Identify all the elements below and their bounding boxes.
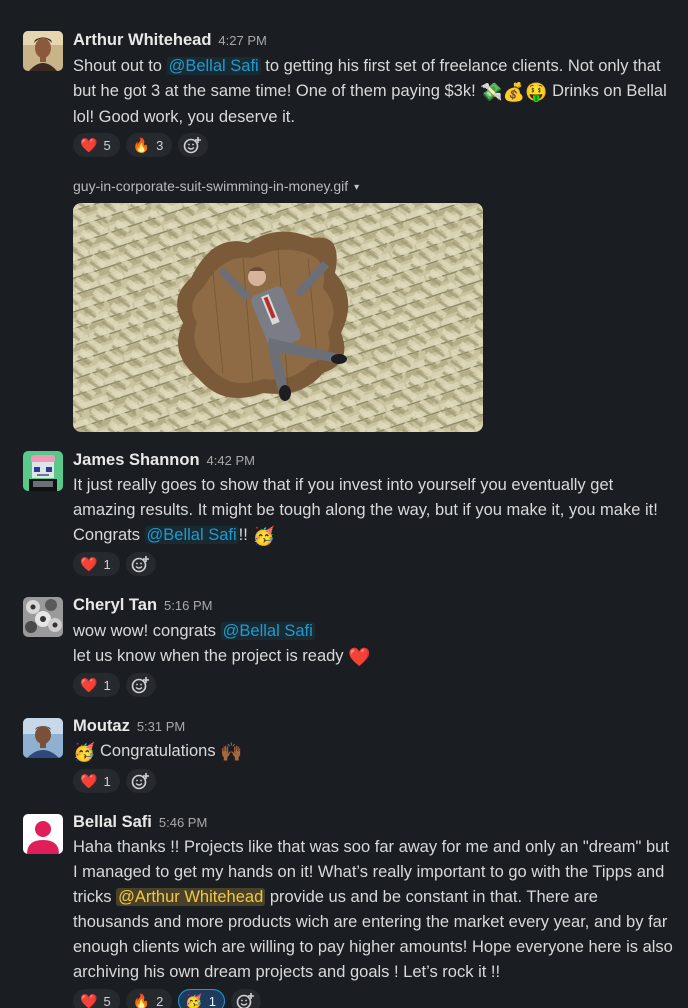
user-mention[interactable]: @Bellal Safi xyxy=(144,526,239,544)
reaction-heart[interactable]: ❤️ 1 xyxy=(73,769,120,793)
message-text: wow wow! congrats @Bellal Safi let us kn… xyxy=(73,619,673,670)
add-reaction-button[interactable] xyxy=(125,552,156,576)
message-text: Shout out to @Bellal Safi to getting his… xyxy=(73,54,673,130)
author-name[interactable]: Arthur Whitehead xyxy=(73,31,211,49)
reaction-bar: ❤️ 1 xyxy=(73,673,156,697)
message-feed: Arthur Whitehead 4:27 PM Shout out to @Be… xyxy=(0,0,688,1008)
add-reaction-button[interactable] xyxy=(125,673,156,697)
reaction-party-face[interactable]: 🥳 1 xyxy=(178,989,226,1008)
reaction-count: 3 xyxy=(156,137,164,153)
timestamp[interactable]: 5:16 PM xyxy=(164,598,212,613)
attachment-header[interactable]: guy-in-corporate-suit-swimming-in-money.… xyxy=(73,178,359,194)
avatar[interactable] xyxy=(23,814,63,854)
add-reaction-icon xyxy=(131,556,149,573)
author-name[interactable]: Cheryl Tan xyxy=(73,596,157,614)
author-name[interactable]: Bellal Safi xyxy=(73,813,152,831)
reaction-bar: ❤️ 5 🔥 3 xyxy=(73,133,209,157)
fire-icon: 🔥 xyxy=(132,992,151,1008)
reaction-bar: ❤️ 1 xyxy=(73,552,156,576)
reaction-count: 5 xyxy=(103,137,111,153)
heart-emoji: ❤️ xyxy=(348,647,371,667)
add-reaction-icon xyxy=(131,677,149,694)
attachment-filename[interactable]: guy-in-corporate-suit-swimming-in-money.… xyxy=(73,178,348,194)
reaction-count: 1 xyxy=(208,993,217,1008)
reaction-fire[interactable]: 🔥 2 xyxy=(125,989,173,1008)
message-text: It just really goes to show that if you … xyxy=(73,473,673,549)
party-face-emoji: 🥳 xyxy=(252,526,275,546)
reaction-count: 1 xyxy=(103,773,111,789)
message-text: Haha thanks !! Projects like that was so… xyxy=(73,835,673,985)
reaction-heart[interactable]: ❤️ 5 xyxy=(73,989,120,1008)
reaction-bar: ❤️ 1 xyxy=(73,769,156,793)
author-name[interactable]: James Shannon xyxy=(73,451,200,469)
heart-icon: ❤️ xyxy=(80,772,98,789)
reaction-bar: ❤️ 5 🔥 2 🥳 1 xyxy=(73,989,262,1008)
fire-icon: 🔥 xyxy=(132,136,151,153)
heart-icon: ❤️ xyxy=(80,555,98,572)
money-bag-emoji: 💰 xyxy=(502,82,526,102)
user-mention-highlighted[interactable]: @Arthur Whitehead xyxy=(116,888,266,906)
reaction-count: 1 xyxy=(103,556,111,572)
timestamp[interactable]: 5:46 PM xyxy=(159,815,207,830)
reaction-count: 2 xyxy=(156,993,164,1008)
avatar[interactable] xyxy=(23,451,63,491)
add-reaction-button[interactable] xyxy=(178,133,209,157)
message-text-part: Congratulations xyxy=(95,742,221,760)
timestamp[interactable]: 4:42 PM xyxy=(207,453,255,468)
party-face-icon: 🥳 xyxy=(185,992,203,1008)
avatar[interactable] xyxy=(23,31,63,71)
reaction-heart[interactable]: ❤️ 1 xyxy=(73,673,120,697)
add-reaction-button[interactable] xyxy=(125,769,156,793)
author-name[interactable]: Moutaz xyxy=(73,717,130,735)
heart-icon: ❤️ xyxy=(80,676,98,693)
chevron-down-icon[interactable]: ▾ xyxy=(354,182,359,193)
add-reaction-button[interactable] xyxy=(231,989,262,1008)
reaction-heart[interactable]: ❤️ 1 xyxy=(73,552,120,576)
user-mention[interactable]: @Bellal Safi xyxy=(166,57,261,75)
message-text-part: wow wow! congrats xyxy=(73,622,221,640)
reaction-count: 5 xyxy=(103,993,111,1008)
party-face-emoji: 🥳 xyxy=(73,742,96,762)
timestamp[interactable]: 5:31 PM xyxy=(137,719,185,734)
raised-hands-emoji: 🙌🏾 xyxy=(220,742,243,762)
add-reaction-icon xyxy=(184,137,202,154)
message-text-part: !! xyxy=(238,526,253,544)
message-text-part: let us know when the project is ready xyxy=(73,647,349,665)
message-text-part: Shout out to xyxy=(73,57,167,75)
add-reaction-icon xyxy=(131,773,149,790)
reaction-fire[interactable]: 🔥 3 xyxy=(125,133,173,157)
money-mouth-emoji: 🤑 xyxy=(525,82,548,102)
add-reaction-icon xyxy=(236,993,255,1008)
user-mention[interactable]: @Bellal Safi xyxy=(220,622,315,640)
gif-attachment[interactable] xyxy=(73,203,483,432)
heart-icon: ❤️ xyxy=(80,136,98,153)
heart-icon: ❤️ xyxy=(80,992,98,1008)
timestamp[interactable]: 4:27 PM xyxy=(218,33,266,48)
reaction-count: 1 xyxy=(103,677,111,693)
avatar[interactable] xyxy=(23,597,63,637)
message-text: 🥳 Congratulations 🙌🏾 xyxy=(73,739,673,765)
avatar[interactable] xyxy=(23,718,63,758)
reaction-heart[interactable]: ❤️ 5 xyxy=(73,133,120,157)
money-with-wings-emoji: 💸 xyxy=(480,82,503,102)
